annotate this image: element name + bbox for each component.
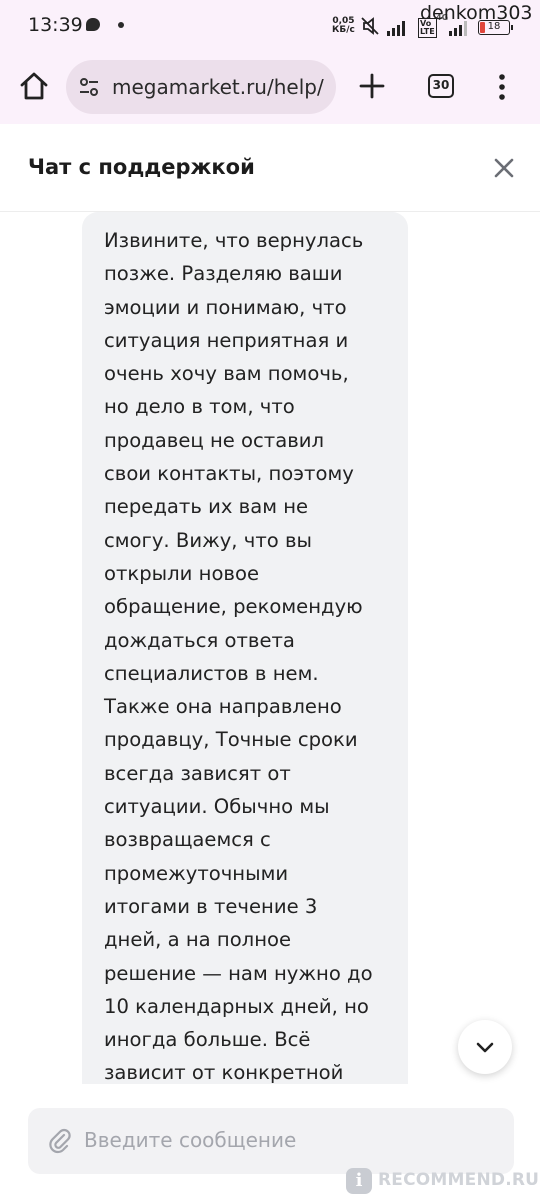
tabs-icon[interactable]: 30 <box>428 74 454 98</box>
network-speed: 0,05 КБ/с <box>332 16 355 35</box>
paperclip-icon[interactable] <box>48 1128 72 1154</box>
watermark: i RECOMMEND.RU <box>346 1166 539 1196</box>
status-bar: 13:39 0,05 КБ/с Vo LTE 4G 18 denkom303 <box>0 0 540 54</box>
scroll-down-button[interactable] <box>458 1020 512 1074</box>
support-message-bubble: Извините, что вернулась позже. Разделяю … <box>82 212 408 1084</box>
plus-icon[interactable] <box>356 70 388 102</box>
site-settings-icon[interactable] <box>78 76 100 98</box>
message-text: Извините, что вернулась позже. Разделяю … <box>104 229 373 1084</box>
message-input[interactable]: Введите сообщение <box>28 1108 514 1174</box>
message-list[interactable]: Извините, что вернулась позже. Разделяю … <box>0 212 540 1084</box>
mute-icon <box>361 17 379 35</box>
watermark-logo-icon: i <box>346 1168 372 1194</box>
chat-notification-icon <box>86 18 100 31</box>
url-text: megamarket.ru/help/ <box>112 75 324 99</box>
more-vert-icon[interactable] <box>494 72 510 102</box>
chat-header: Чат с поддержкой <box>0 124 540 212</box>
input-placeholder: Введите сообщение <box>84 1128 297 1152</box>
signal-icon <box>387 21 405 36</box>
notification-dot-icon <box>118 22 124 28</box>
browser-toolbar: megamarket.ru/help/ 30 <box>0 54 540 124</box>
tab-count: 30 <box>432 78 450 92</box>
chevron-down-icon <box>476 1042 494 1053</box>
chat-title: Чат с поддержкой <box>28 155 255 179</box>
home-icon[interactable] <box>16 68 52 104</box>
overlay-username: denkom303 <box>420 2 533 24</box>
watermark-text: RECOMMEND.RU <box>378 1170 540 1190</box>
status-time: 13:39 <box>28 14 83 36</box>
address-bar[interactable]: megamarket.ru/help/ <box>66 60 336 114</box>
close-icon[interactable] <box>492 156 516 180</box>
